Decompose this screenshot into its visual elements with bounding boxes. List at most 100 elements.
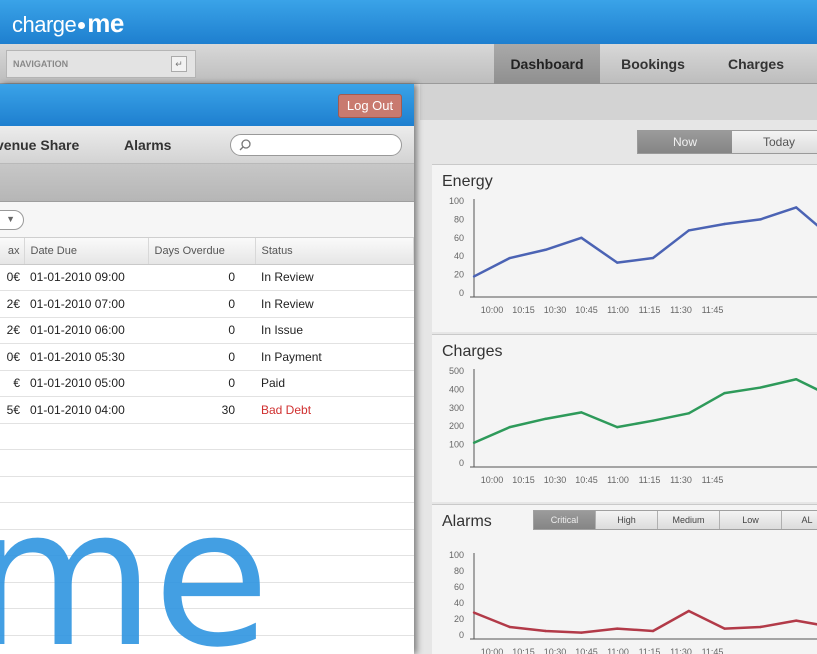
filter-bar bbox=[0, 202, 414, 238]
y-tick-label: 0 bbox=[459, 458, 464, 468]
y-tick-label: 0 bbox=[459, 288, 464, 298]
tab-dashboard[interactable]: Dashboard bbox=[494, 44, 600, 84]
alarm-filter-low[interactable]: Low bbox=[720, 511, 782, 529]
table-row[interactable]: 2€ 01-01-2010 07:00 0 In Review bbox=[0, 290, 414, 318]
data-point bbox=[759, 625, 762, 629]
cell-date-due: 01-01-2010 05:00 bbox=[24, 370, 148, 397]
table-row[interactable]: 0€ 01-01-2010 09:00 0 In Review bbox=[0, 264, 414, 291]
data-point bbox=[687, 412, 690, 415]
x-tick-label: 10:30 bbox=[544, 647, 567, 654]
data-point bbox=[795, 378, 798, 381]
col-tax[interactable]: ax bbox=[0, 238, 25, 265]
series-line bbox=[473, 609, 817, 634]
time-range-now[interactable]: Now bbox=[638, 131, 732, 153]
y-tick-label: 0 bbox=[459, 630, 464, 640]
cell-date-due: 01-01-2010 06:00 bbox=[24, 317, 148, 344]
y-tick-label: 100 bbox=[449, 196, 464, 206]
cell-date-due: 01-01-2010 09:00 bbox=[24, 264, 148, 291]
x-tick-label: 10:00 bbox=[481, 647, 504, 654]
empty-cell bbox=[148, 423, 255, 450]
search-input[interactable] bbox=[230, 134, 402, 156]
y-tick-label: 200 bbox=[449, 421, 464, 431]
tab-bookings[interactable]: Bookings bbox=[606, 44, 700, 84]
data-point bbox=[723, 391, 726, 395]
search-icon bbox=[239, 139, 251, 151]
data-point bbox=[651, 256, 655, 260]
data-point bbox=[759, 386, 762, 389]
table-row[interactable]: €01-01-2010 05:00 0 Paid bbox=[0, 370, 414, 397]
cell-date-due: 01-01-2010 05:30 bbox=[24, 343, 148, 371]
data-point bbox=[508, 425, 511, 429]
data-point bbox=[687, 229, 690, 232]
cell-tax: € bbox=[0, 370, 24, 397]
data-point bbox=[508, 256, 511, 260]
watermark-logo: me bbox=[0, 468, 270, 654]
alarm-severity-filter: Critical High Medium Low AL bbox=[533, 510, 817, 530]
x-tick-label: 10:00 bbox=[481, 305, 504, 315]
cell-date-due: 01-01-2010 04:00 bbox=[24, 396, 148, 424]
col-date-due[interactable]: Date Due bbox=[24, 238, 149, 265]
cell-tax: 0€ bbox=[0, 343, 24, 371]
empty-cell bbox=[255, 582, 414, 609]
cell-tax: 5€ bbox=[0, 396, 24, 424]
y-tick-label: 100 bbox=[449, 440, 464, 450]
alarm-filter-high[interactable]: High bbox=[596, 511, 658, 529]
empty-cell bbox=[255, 502, 414, 530]
data-point bbox=[472, 441, 476, 444]
empty-cell bbox=[255, 476, 414, 503]
x-tick-label: 11:00 bbox=[607, 475, 629, 485]
table-row[interactable]: 2€ 01-01-2010 06:00 0 In Issue bbox=[0, 317, 414, 344]
data-point bbox=[544, 629, 547, 633]
cell-status: In Payment bbox=[255, 343, 414, 371]
cell-tax: 2€ bbox=[0, 290, 24, 318]
y-tick-label: 400 bbox=[449, 384, 464, 394]
data-point bbox=[616, 627, 619, 630]
alarm-filter-critical[interactable]: Critical bbox=[534, 511, 596, 529]
x-tick-label: 11:15 bbox=[639, 647, 661, 654]
nav-revenue-share[interactable]: venue Share bbox=[0, 137, 79, 153]
navigation-label: NAVIGATION bbox=[13, 59, 69, 69]
top-header: charge me bbox=[0, 0, 817, 44]
cell-status: Bad Debt bbox=[255, 396, 414, 424]
chevron-down-icon: ▼ bbox=[6, 214, 15, 224]
energy-title: Energy bbox=[442, 173, 493, 190]
time-range-today[interactable]: Today bbox=[732, 131, 817, 153]
data-point bbox=[723, 627, 726, 630]
cell-status: In Issue bbox=[255, 317, 414, 344]
data-point bbox=[795, 619, 798, 622]
data-point bbox=[795, 206, 798, 209]
logout-button[interactable]: Log Out bbox=[338, 94, 402, 118]
cell-days-overdue: 0 bbox=[148, 370, 255, 397]
table-row[interactable]: 5€ 01-01-2010 04:00 30 Bad Debt bbox=[0, 396, 414, 424]
alarm-filter-all[interactable]: AL bbox=[782, 511, 817, 529]
energy-panel: Energy 100 80 60 40 20 0 10:00 10:15 10:30 10:45 1… bbox=[432, 164, 817, 332]
empty-cell bbox=[255, 423, 414, 450]
x-tick-label: 11:00 bbox=[607, 305, 629, 315]
col-days-overdue[interactable]: Days Overdue bbox=[148, 238, 256, 265]
x-tick-label: 10:30 bbox=[544, 305, 567, 315]
y-tick-label: 40 bbox=[454, 251, 464, 261]
data-point bbox=[508, 625, 511, 629]
alarms-chart: 100 80 60 40 20 0 10:00 10:15 10:30 10:45 11:00 11:… bbox=[449, 550, 817, 654]
collapse-icon[interactable]: ↵ bbox=[171, 56, 187, 72]
tab-charges[interactable]: Charges bbox=[706, 44, 806, 84]
data-point bbox=[687, 609, 690, 613]
y-tick-label: 300 bbox=[449, 403, 464, 413]
cell-status: Paid bbox=[255, 370, 414, 397]
data-point bbox=[616, 261, 619, 264]
filter-dropdown[interactable]: ▼ bbox=[0, 210, 24, 230]
data-point bbox=[580, 236, 583, 239]
nav-alarms[interactable]: Alarms bbox=[124, 137, 171, 153]
y-tick-label: 20 bbox=[454, 614, 464, 624]
alarm-filter-medium[interactable]: Medium bbox=[658, 511, 720, 529]
x-tick-label: 11:00 bbox=[607, 647, 629, 654]
navigation-panel-header: NAVIGATION ↵ bbox=[6, 50, 196, 78]
x-tick-label: 10:15 bbox=[512, 475, 535, 485]
table-row[interactable]: 0€ 01-01-2010 05:30 0 In Payment bbox=[0, 343, 414, 371]
data-point bbox=[759, 218, 762, 221]
table-row[interactable] bbox=[0, 423, 414, 450]
x-tick-label: 11:15 bbox=[639, 305, 661, 315]
charges-title: Charges bbox=[442, 343, 503, 360]
y-tick-label: 60 bbox=[454, 233, 464, 243]
col-status[interactable]: Status bbox=[255, 238, 414, 265]
